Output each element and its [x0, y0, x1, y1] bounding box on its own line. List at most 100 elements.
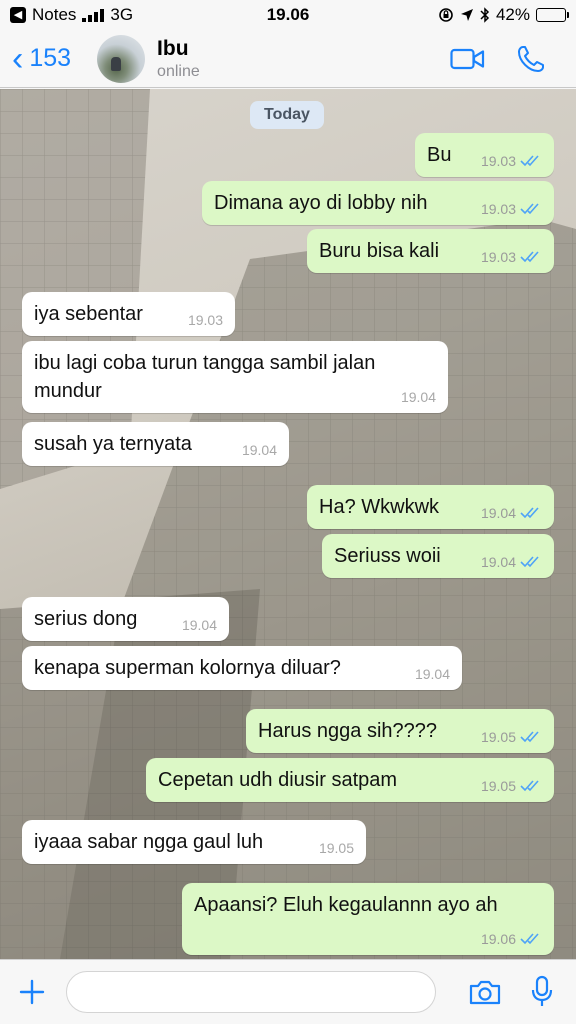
double-check-icon [520, 155, 539, 167]
message-text: Ha? Wkwkwk [319, 496, 440, 518]
double-check-icon [520, 731, 539, 743]
message-text: Apaansi? Eluh kegaulannn ayo ah [194, 894, 498, 916]
incoming-message[interactable]: kenapa superman kolornya diluar? 19.04 [22, 646, 462, 690]
header-actions [450, 44, 564, 74]
message-meta: 19.05 [319, 834, 354, 862]
message-text-field[interactable] [66, 971, 436, 1013]
double-check-icon [520, 933, 539, 945]
contact-status: online [157, 62, 200, 80]
status-bar: ◀ Notes 3G 19.06 42% [0, 0, 576, 30]
incoming-message[interactable]: iya sebentar 19.03 [22, 292, 235, 336]
message-text: ibu lagi coba turun tangga sambil jalan … [34, 352, 376, 402]
back-button[interactable]: ‹ 153 [12, 42, 71, 76]
message-meta: 19.04 [481, 548, 542, 576]
message-time: 19.04 [480, 554, 516, 570]
outgoing-message[interactable]: Dimana ayo di lobby nih 19.03 [202, 181, 554, 225]
message-meta: 19.03 [188, 306, 223, 334]
voice-message-button[interactable] [530, 975, 554, 1009]
contact-avatar[interactable] [97, 34, 146, 83]
message-text: Harus ngga sih???? [258, 720, 438, 742]
message-meta: 19.04 [415, 660, 450, 688]
message-meta: 19.03 [481, 147, 542, 175]
message-meta: 19.03 [481, 195, 542, 223]
voice-call-button[interactable] [516, 44, 546, 74]
outgoing-message[interactable]: Apaansi? Eluh kegaulannn ayo ah 19.06 [182, 883, 554, 955]
message-text: kenapa superman kolornya diluar? [34, 657, 341, 679]
outgoing-message[interactable]: Cepetan udh diusir satpam 19.05 [146, 758, 554, 802]
double-check-icon [520, 556, 539, 568]
message-time: 19.05 [480, 729, 516, 745]
message-meta: 19.04 [182, 611, 217, 639]
battery-percentage: 42% [495, 5, 530, 24]
message-meta: 19.04 [242, 436, 277, 464]
incoming-message[interactable]: iyaaa sabar ngga gaul luh 19.05 [22, 820, 366, 864]
message-input-bar [0, 959, 576, 1024]
back-to-app-icon[interactable]: ◀ [10, 7, 26, 23]
message-text: Cepetan udh diusir satpam [158, 769, 398, 791]
status-bar-right: 42% [438, 5, 569, 25]
incoming-message[interactable]: ibu lagi coba turun tangga sambil jalan … [22, 341, 448, 413]
camera-icon [469, 980, 501, 1005]
outgoing-message[interactable]: Ha? Wkwkwk 19.04 [307, 485, 554, 529]
input-actions [468, 975, 562, 1009]
message-time: 19.06 [480, 931, 516, 947]
message-meta: 19.04 [401, 383, 436, 411]
double-check-icon [520, 507, 539, 519]
incoming-message[interactable]: serius dong 19.04 [22, 597, 229, 641]
contact-info[interactable]: Ibu online [157, 37, 200, 81]
battery-icon [536, 8, 569, 22]
network-type: 3G [110, 5, 134, 24]
rotation-lock-icon [439, 8, 453, 22]
message-meta: 19.05 [481, 772, 542, 800]
message-time: 19.04 [414, 666, 450, 682]
bluetooth-icon [480, 7, 490, 23]
contact-name: Ibu [157, 36, 189, 60]
message-time: 19.05 [318, 840, 354, 856]
phone-icon [518, 45, 544, 72]
message-time: 19.04 [480, 505, 516, 521]
message-time: 19.04 [241, 442, 277, 458]
message-text: iyaaa sabar ngga gaul luh [34, 831, 264, 853]
message-text: Bu [427, 144, 452, 166]
double-check-icon [520, 780, 539, 792]
message-text: Buru bisa kali [319, 240, 440, 262]
attach-button[interactable] [14, 974, 50, 1010]
message-time: 19.04 [181, 617, 217, 633]
status-bar-left: ◀ Notes 3G [10, 5, 133, 25]
location-icon [460, 9, 473, 21]
double-check-icon [520, 203, 539, 215]
microphone-icon [531, 975, 553, 1006]
unread-chats-count: 153 [29, 44, 72, 72]
plus-icon [19, 979, 45, 1005]
outgoing-message[interactable]: Harus ngga sih???? 19.05 [246, 709, 554, 753]
message-meta: 19.04 [481, 499, 542, 527]
message-time: 19.03 [480, 201, 516, 217]
message-meta: 19.06 [481, 925, 542, 953]
message-text: Seriuss woii [334, 545, 441, 567]
signal-strength-icon [82, 8, 105, 22]
outgoing-message[interactable]: Bu 19.03 [415, 133, 554, 177]
message-meta: 19.05 [481, 723, 542, 751]
message-time: 19.05 [480, 778, 516, 794]
back-app-label[interactable]: Notes [32, 5, 76, 25]
message-text: Dimana ayo di lobby nih [214, 192, 428, 214]
video-call-button[interactable] [450, 47, 486, 71]
message-text: iya sebentar [34, 303, 143, 325]
camera-button[interactable] [468, 978, 502, 1006]
message-time: 19.03 [480, 249, 516, 265]
outgoing-message[interactable]: Buru bisa kali 19.03 [307, 229, 554, 273]
message-time: 19.03 [187, 312, 223, 328]
chevron-left-icon: ‹ [12, 39, 24, 78]
incoming-message[interactable]: susah ya ternyata 19.04 [22, 422, 289, 466]
chat-messages-area[interactable]: Today Bu 19.03 Dimana ayo di lobby nih 19.0… [0, 89, 576, 959]
date-divider: Today [250, 101, 324, 129]
message-text: susah ya ternyata [34, 433, 192, 455]
status-time: 19.06 [266, 5, 310, 24]
double-check-icon [520, 251, 539, 263]
message-time: 19.04 [400, 389, 436, 405]
message-meta: 19.03 [481, 243, 542, 271]
chat-header: ‹ 153 Ibu online [0, 30, 576, 88]
message-text: serius dong [34, 608, 138, 630]
outgoing-message[interactable]: Seriuss woii 19.04 [322, 534, 554, 578]
message-time: 19.03 [480, 153, 516, 169]
